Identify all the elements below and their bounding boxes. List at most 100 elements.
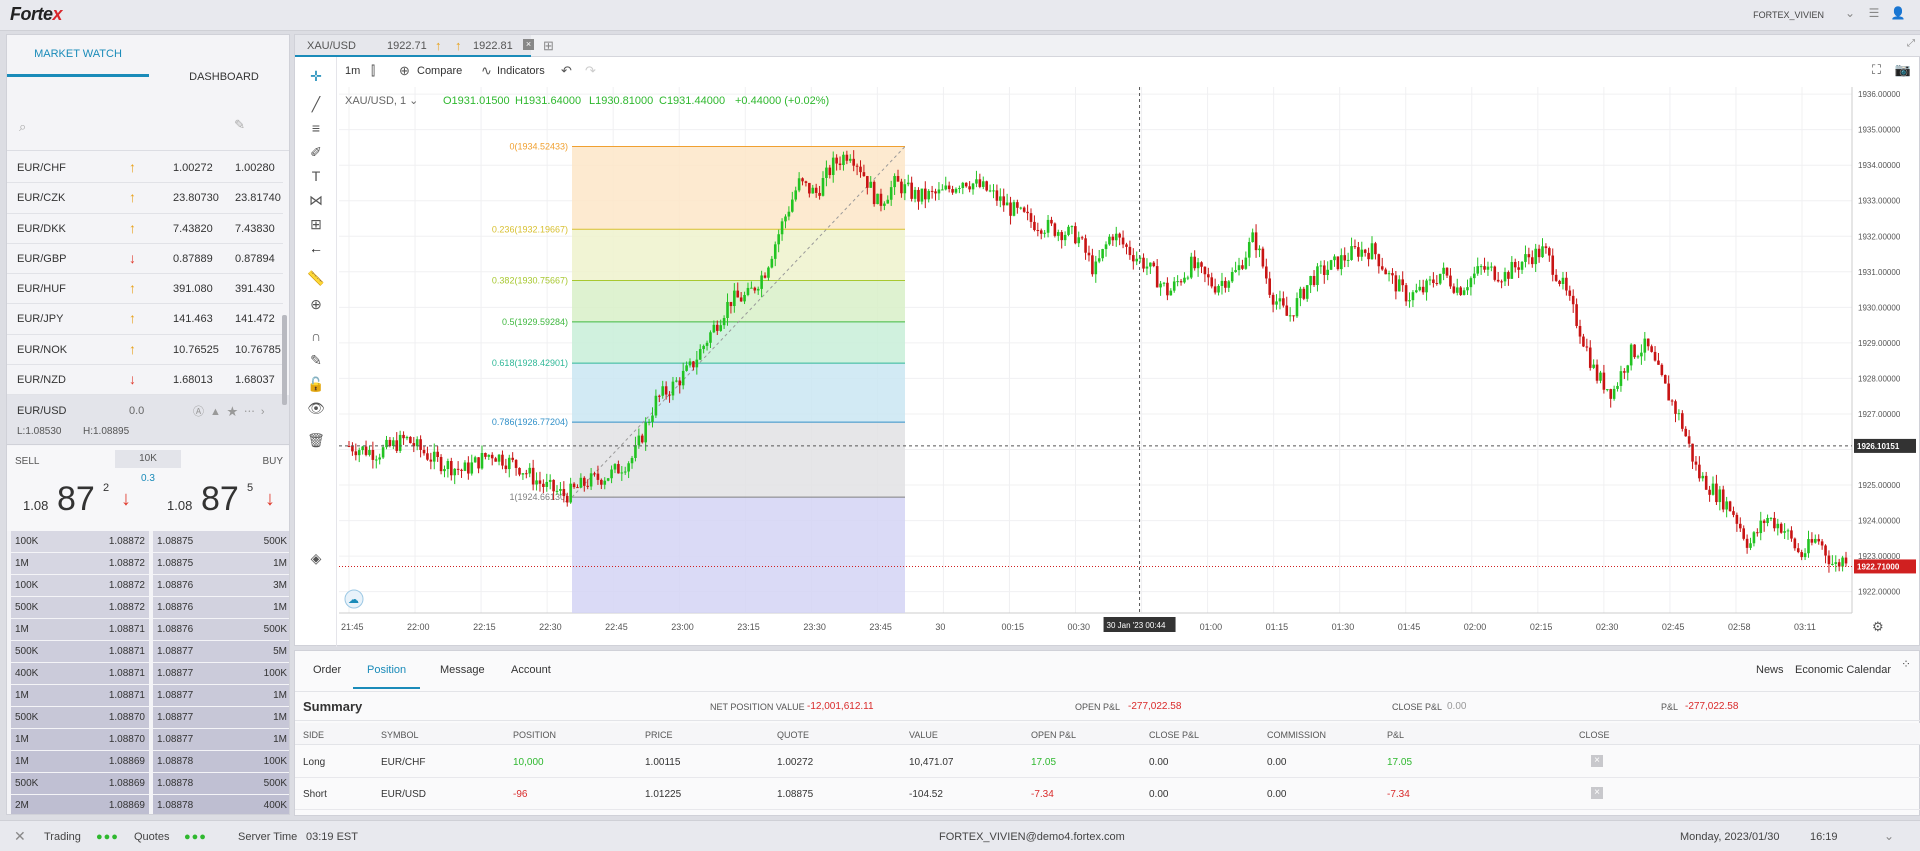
instrument-row[interactable]: EUR/NOK ↑ 10.76525 10.76785 — [7, 335, 283, 366]
sell-depth-row[interactable]: 1M 1.08872 — [11, 553, 149, 574]
instrument-row[interactable]: EUR/DKK ↑ 7.43820 7.43830 — [7, 214, 283, 244]
buy-depth-row[interactable]: 1.08876 500K — [153, 619, 289, 640]
undo-icon[interactable]: ↶ — [561, 63, 572, 79]
column-header[interactable]: SYMBOL — [381, 730, 419, 740]
column-header[interactable]: QUOTE — [777, 730, 809, 740]
chevron-down-icon[interactable]: ⌄ — [1842, 6, 1858, 22]
column-header[interactable]: CLOSE — [1579, 730, 1610, 740]
indicators-icon[interactable]: ∿ — [481, 63, 492, 79]
sell-depth-row[interactable]: 400K 1.08871 — [11, 663, 149, 684]
selected-actions-icons[interactable]: Ⓐ▲★⋯› — [193, 403, 271, 419]
expand-icon[interactable]: ⤢ — [1907, 38, 1915, 49]
column-header[interactable]: COMMISSION — [1267, 730, 1326, 740]
column-header[interactable]: PRICE — [645, 730, 673, 740]
trash-icon[interactable]: 🗑 — [307, 431, 325, 449]
lock-icon[interactable]: 🔓 — [307, 375, 325, 393]
buy-depth-row[interactable]: 1.08877 100K — [153, 663, 289, 684]
instrument-row[interactable]: EUR/NZD ↓ 1.68013 1.68037 — [7, 365, 283, 396]
sell-depth-row[interactable]: 500K 1.08872 — [11, 597, 149, 618]
indicators-button[interactable]: Indicators — [497, 65, 545, 77]
fullscreen-icon[interactable]: ⛶ — [1872, 62, 1881, 78]
camera-icon[interactable]: 📷 — [1895, 62, 1911, 78]
tab-dashboard[interactable]: DASHBOARD — [157, 35, 289, 95]
tools-icon[interactable]: ✕ — [14, 828, 26, 845]
back-arrow-icon[interactable]: ← — [307, 239, 325, 257]
sell-depth-row[interactable]: 100K 1.08872 — [11, 575, 149, 596]
sell-depth-row[interactable]: 500K 1.08869 — [11, 773, 149, 794]
candle-type-icon[interactable]: ⫿ — [371, 63, 375, 79]
tab-economic-calendar[interactable]: Economic Calendar — [1795, 651, 1891, 689]
buy-depth-row[interactable]: 1.08877 1M — [153, 707, 289, 728]
search-icon[interactable]: ⌕ — [19, 119, 26, 135]
buy-depth-row[interactable]: 1.08876 1M — [153, 597, 289, 618]
fib-icon[interactable]: ⊞ — [307, 215, 325, 233]
plus-circle-icon[interactable]: ⊕ — [399, 63, 410, 79]
layers-icon[interactable]: ◈ — [307, 549, 325, 567]
chart-tab-xauusd[interactable]: XAU/USD 1922.71 ↑ ↑ 1922.81 × — [295, 35, 534, 57]
buy-depth-row[interactable]: 1.08877 5M — [153, 641, 289, 662]
zoom-in-icon[interactable]: ⊕ — [307, 295, 325, 313]
position-row[interactable]: Short EUR/USD -96 1.01225 1.08875 -104.52 -7.3… — [295, 778, 1920, 810]
instrument-row[interactable]: EUR/HUF ↑ 391.080 391.430 — [7, 274, 283, 305]
instrument-row[interactable]: EUR/CZK ↑ 23.80730 23.81740 — [7, 183, 283, 214]
tab-message[interactable]: Message — [440, 651, 485, 689]
sell-depth-row[interactable]: 1M 1.08871 — [11, 619, 149, 640]
selected-instrument[interactable]: EUR/USD 0.0 L:1.08530 H:1.08895 Ⓐ▲★⋯› — [7, 395, 289, 445]
tab-news[interactable]: News — [1756, 651, 1784, 689]
buy-depth-row[interactable]: 1.08878 400K — [153, 795, 289, 814]
buy-depth-row[interactable]: 1.08877 1M — [153, 685, 289, 706]
lock-drawing-icon[interactable]: ✎ — [307, 351, 325, 369]
close-tab-icon[interactable]: × — [523, 39, 534, 50]
column-header[interactable]: VALUE — [909, 730, 938, 740]
brush-icon[interactable]: ✐ — [307, 143, 325, 161]
sell-button[interactable]: 1.08 87 2 ↓ — [13, 480, 143, 526]
add-tab-icon[interactable]: ⊞ — [543, 38, 554, 54]
chevron-down-icon[interactable]: ⌄ — [1884, 829, 1894, 843]
pattern-icon[interactable]: ⋈ — [307, 191, 325, 209]
buy-depth-row[interactable]: 1.08878 100K — [153, 751, 289, 772]
trendline-icon[interactable]: ╱ — [307, 95, 325, 113]
sell-depth-row[interactable]: 500K 1.08870 — [11, 707, 149, 728]
position-row[interactable]: Long EUR/CHF 10,000 1.00115 1.00272 10,471.07… — [295, 746, 1920, 778]
price-chart[interactable]: 1922.000001923.000001924.000001925.00000… — [339, 87, 1919, 645]
ruler-icon[interactable]: 📏 — [307, 269, 325, 287]
buy-depth-row[interactable]: 1.08875 500K — [153, 531, 289, 552]
sell-depth-row[interactable]: 1M 1.08870 — [11, 729, 149, 750]
text-icon[interactable]: T — [307, 167, 325, 185]
column-header[interactable]: SIDE — [303, 730, 324, 740]
tab-order[interactable]: Order — [313, 651, 341, 689]
instrument-scrollbar[interactable] — [282, 315, 287, 405]
interval-button[interactable]: 1m — [345, 65, 360, 77]
layout-icon[interactable]: ☰ — [1866, 6, 1882, 22]
buy-depth-row[interactable]: 1.08876 3M — [153, 575, 289, 596]
instrument-row[interactable]: EUR/CHF ↑ 1.00272 1.00280 — [7, 153, 283, 184]
close-position-icon[interactable]: × — [1591, 755, 1603, 767]
sell-depth-row[interactable]: 1M 1.08871 — [11, 685, 149, 706]
redo-icon[interactable]: ↷ — [585, 63, 596, 79]
instrument-row[interactable]: EUR/GBP ↓ 0.87889 0.87894 — [7, 244, 283, 275]
horizontal-lines-icon[interactable]: ≡ — [307, 119, 325, 137]
buy-depth-row[interactable]: 1.08875 1M — [153, 553, 289, 574]
column-header[interactable]: P&L — [1387, 730, 1404, 740]
sell-depth-row[interactable]: 1M 1.08869 — [11, 751, 149, 772]
sell-depth-row[interactable]: 2M 1.08869 — [11, 795, 149, 814]
buy-depth-row[interactable]: 1.08878 500K — [153, 773, 289, 794]
buy-depth-row[interactable]: 1.08877 1M — [153, 729, 289, 750]
tab-account[interactable]: Account — [511, 651, 551, 689]
quantity-select[interactable]: 10K — [115, 450, 181, 468]
instrument-row[interactable]: EUR/JPY ↑ 141.463 141.472 — [7, 304, 283, 335]
close-position-icon[interactable]: × — [1591, 787, 1603, 799]
grid-dots-icon[interactable]: ⁘ — [1901, 657, 1911, 671]
tab-market-watch[interactable]: MARKET WATCH — [7, 35, 149, 77]
tab-position[interactable]: Position — [353, 651, 421, 689]
column-header[interactable]: OPEN P&L — [1031, 730, 1076, 740]
edit-icon[interactable]: ✎ — [234, 117, 245, 133]
eye-icon[interactable]: 👁 — [307, 399, 325, 417]
magnet-icon[interactable]: ∩ — [307, 327, 325, 345]
sell-depth-row[interactable]: 100K 1.08872 — [11, 531, 149, 552]
compare-button[interactable]: Compare — [417, 65, 462, 77]
column-header[interactable]: CLOSE P&L — [1149, 730, 1199, 740]
column-header[interactable]: POSITION — [513, 730, 556, 740]
user-icon[interactable]: 👤 — [1890, 6, 1906, 22]
crosshair-icon[interactable]: ✛ — [307, 67, 325, 85]
